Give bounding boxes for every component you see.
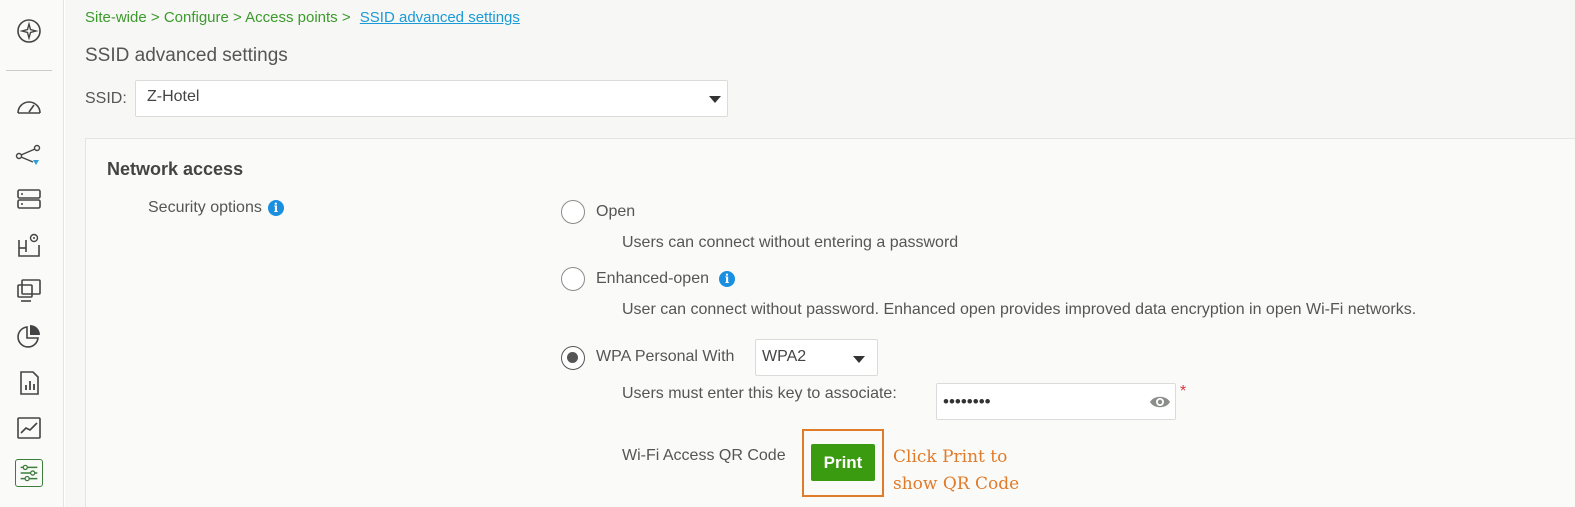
breadcrumb-separator: > <box>233 9 242 26</box>
topology-icon[interactable] <box>14 141 44 171</box>
breadcrumb: Site-wide > Configure > Access points > … <box>85 9 520 26</box>
chevron-down-icon <box>853 356 865 363</box>
ssid-selected-value: Z-Hotel <box>147 88 200 105</box>
page-title: SSID advanced settings <box>85 45 288 66</box>
wpa-mode-value: WPA2 <box>762 348 807 365</box>
breadcrumb-current[interactable]: SSID advanced settings <box>360 9 520 26</box>
info-icon[interactable]: i <box>718 270 735 287</box>
section-title: Network access <box>107 159 244 179</box>
key-input[interactable]: •••••••• <box>936 383 1176 420</box>
ai-assistant-icon[interactable] <box>14 16 44 46</box>
radio-enhanced-open[interactable] <box>561 267 585 291</box>
floor-plan-icon[interactable] <box>14 230 44 260</box>
annotation-line-2: show QR Code <box>893 474 1020 494</box>
applications-icon[interactable] <box>14 321 44 351</box>
key-value: •••••••• <box>943 392 991 411</box>
monitor-icon[interactable] <box>14 413 44 443</box>
clients-icon[interactable] <box>14 276 44 306</box>
reports-icon[interactable] <box>14 368 44 398</box>
qr-code-label: Wi-Fi Access QR Code <box>622 447 786 464</box>
ssid-label: SSID: <box>85 90 127 107</box>
wpa-mode-select[interactable]: WPA2 <box>755 339 878 376</box>
radio-wpa-personal[interactable] <box>561 346 585 370</box>
sidebar <box>0 0 64 507</box>
devices-icon[interactable] <box>14 184 44 214</box>
info-icon[interactable]: i <box>267 199 284 216</box>
dashboard-icon[interactable] <box>14 92 44 122</box>
network-access-panel: Network access Security options i Open Us… <box>85 138 1575 507</box>
annotation-line-1: Click Print to <box>893 447 1008 467</box>
print-button[interactable]: Print <box>811 444 875 481</box>
sidebar-divider <box>6 70 52 71</box>
option-open-label: Open <box>596 203 636 220</box>
breadcrumb-access-points[interactable]: Access points <box>245 9 338 26</box>
configure-icon[interactable] <box>15 459 43 487</box>
breadcrumb-site-wide[interactable]: Site-wide <box>85 9 147 26</box>
chevron-down-icon <box>709 96 721 103</box>
main-content: Site-wide > Configure > Access points > … <box>65 0 1575 507</box>
security-options-label: Security options i <box>148 199 284 217</box>
security-options-text: Security options <box>148 199 262 216</box>
eye-icon[interactable] <box>1149 393 1171 411</box>
required-mark: * <box>1180 383 1187 400</box>
option-open-description: Users can connect without entering a pas… <box>622 234 959 251</box>
option-enhanced-open-description: User can connect without password. Enhan… <box>622 301 1417 318</box>
print-annotation: Click Print to show QR Code <box>893 444 1019 498</box>
option-wpa-personal-label: WPA Personal With <box>596 348 735 365</box>
option-enhanced-open-label: Enhanced-open i <box>596 270 735 288</box>
breadcrumb-separator: > <box>341 9 351 26</box>
breadcrumb-configure[interactable]: Configure <box>164 9 229 26</box>
enhanced-open-text: Enhanced-open <box>596 270 709 287</box>
ssid-select[interactable]: Z-Hotel <box>135 80 728 117</box>
key-label: Users must enter this key to associate: <box>622 385 897 402</box>
breadcrumb-separator: > <box>150 9 160 26</box>
radio-open[interactable] <box>561 200 585 224</box>
